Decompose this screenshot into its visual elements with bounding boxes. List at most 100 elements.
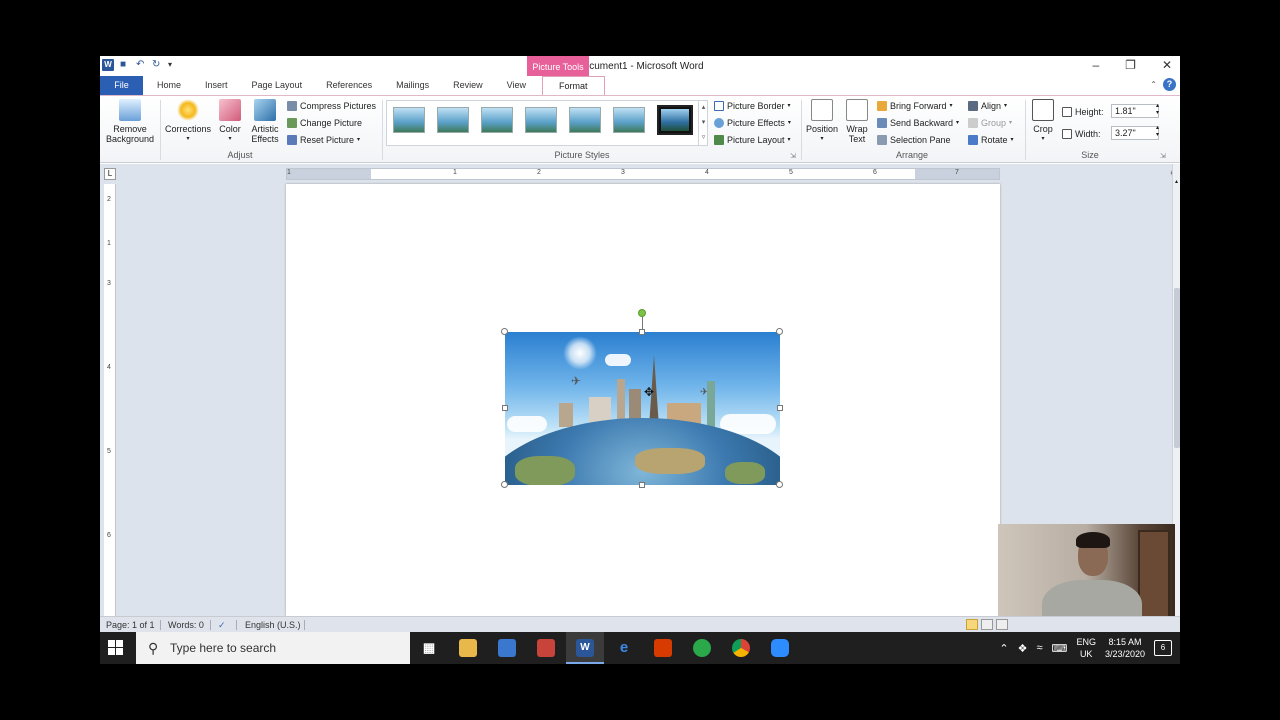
language-switcher[interactable]: ENG UK	[1076, 636, 1096, 660]
corrections-button[interactable]: Corrections ▾	[162, 99, 214, 144]
send-backward-icon	[877, 117, 887, 128]
resize-handle-bottom[interactable]	[639, 482, 645, 488]
scroll-up-icon[interactable]: ▴	[699, 100, 708, 115]
minimize-ribbon-icon[interactable]: ⌃	[1150, 80, 1157, 89]
vertical-ruler[interactable]: 2 1 3 4 5 6	[104, 184, 116, 616]
close-icon[interactable]: ✕	[1162, 58, 1172, 72]
resize-handle-bottom-right[interactable]	[776, 481, 783, 488]
picture-border-button[interactable]: Picture Border ▾	[714, 99, 791, 112]
artistic-effects-button[interactable]: Artistic Effects	[246, 99, 284, 144]
wrap-text-button[interactable]: Wrap Text	[840, 99, 874, 144]
compress-pictures-button[interactable]: Compress Pictures	[287, 99, 376, 112]
microsoft-store-icon[interactable]	[498, 639, 516, 657]
proofing-icon[interactable]: ✓	[218, 620, 226, 631]
picture-style-thumb[interactable]	[481, 107, 513, 133]
calendar-app-icon[interactable]	[537, 639, 555, 657]
restore-icon[interactable]: ❐	[1125, 58, 1136, 72]
resize-handle-bottom-left[interactable]	[501, 481, 508, 488]
reset-picture-button[interactable]: Reset Picture ▾	[287, 133, 360, 146]
ruler-number: 1	[287, 169, 291, 176]
tab-home[interactable]: Home	[145, 76, 193, 95]
change-picture-button[interactable]: Change Picture	[287, 116, 362, 129]
print-layout-view-icon[interactable]	[966, 619, 978, 630]
tab-format[interactable]: Format	[542, 76, 605, 96]
tab-view[interactable]: View	[495, 76, 538, 95]
tab-file[interactable]: File	[100, 76, 143, 95]
group-label-adjust: Adjust	[227, 150, 253, 160]
tab-mailings[interactable]: Mailings	[384, 76, 441, 95]
horizontal-ruler[interactable]: 1 1 2 3 4 5 6 7	[286, 168, 1000, 180]
send-backward-button[interactable]: Send Backward ▾	[877, 116, 959, 129]
remove-background-button[interactable]: Remove Background	[102, 99, 158, 144]
height-spinner-icon[interactable]: ▴ ▾	[1156, 103, 1159, 117]
picture-effects-button[interactable]: Picture Effects ▾	[714, 116, 791, 129]
office-icon[interactable]	[654, 639, 672, 657]
notification-center-icon[interactable]: 6	[1154, 640, 1172, 656]
group-button[interactable]: Group ▾	[968, 116, 1012, 129]
clock[interactable]: 8:15 AM 3/23/2020	[1105, 636, 1145, 660]
dropbox-icon[interactable]: ❖	[1018, 642, 1028, 655]
picture-style-thumb-selected[interactable]	[657, 105, 693, 135]
resize-handle-top-right[interactable]	[776, 328, 783, 335]
language-indicator[interactable]: English (U.S.)	[245, 620, 301, 630]
separator	[1025, 100, 1026, 160]
picture-style-thumb[interactable]	[613, 107, 645, 133]
resize-handle-top-left[interactable]	[501, 328, 508, 335]
tab-review[interactable]: Review	[441, 76, 495, 95]
scroll-down-icon[interactable]: ▾	[699, 115, 708, 130]
chrome-icon[interactable]	[732, 639, 750, 657]
position-button[interactable]: Position ▾	[804, 99, 840, 144]
keyboard-icon[interactable]: ⌨	[1052, 642, 1068, 655]
height-input[interactable]: 1.81"	[1111, 104, 1159, 118]
picture-style-thumb[interactable]	[525, 107, 557, 133]
file-explorer-icon[interactable]	[459, 639, 477, 657]
remove-background-label-1: Remove	[113, 124, 147, 134]
taskbar-search-box[interactable]: ⚲ Type here to search	[136, 632, 410, 664]
more-styles-icon[interactable]: ▿	[699, 130, 708, 145]
chevron-up-icon[interactable]: ⌃	[999, 642, 1008, 655]
minimize-icon[interactable]: –	[1092, 58, 1099, 72]
picture-tools-context-tab: Picture Tools	[527, 56, 589, 76]
page-count[interactable]: Page: 1 of 1	[106, 620, 155, 630]
wifi-icon[interactable]: ≈	[1037, 642, 1043, 654]
crop-button[interactable]: Crop ▾	[1028, 99, 1058, 144]
dialog-launcher-icon[interactable]: ⇲	[790, 152, 796, 160]
full-screen-reading-view-icon[interactable]	[981, 619, 993, 630]
help-icon[interactable]: ?	[1163, 78, 1176, 91]
resize-handle-left[interactable]	[502, 405, 508, 411]
bring-forward-button[interactable]: Bring Forward ▾	[877, 99, 953, 112]
rotation-handle[interactable]	[638, 309, 646, 317]
windows-start-icon[interactable]	[108, 640, 124, 656]
zoom-icon[interactable]	[771, 639, 789, 657]
task-view-icon[interactable]: ▦	[420, 639, 438, 657]
picture-style-thumb[interactable]	[569, 107, 601, 133]
edge-icon[interactable]: e	[615, 639, 633, 657]
width-spinner-icon[interactable]: ▴ ▾	[1156, 125, 1159, 139]
selected-picture[interactable]: ✈ ✈ ✥	[501, 309, 783, 488]
gallery-scroll: ▴ ▾ ▿	[698, 100, 708, 146]
whatsapp-icon[interactable]	[693, 639, 711, 657]
resize-handle-top[interactable]	[639, 329, 645, 335]
word-taskbar-icon[interactable]: W	[576, 639, 594, 657]
scrollbar-thumb[interactable]	[1174, 288, 1180, 448]
ruler-margin-left	[287, 169, 371, 179]
dialog-launcher-icon[interactable]: ⇲	[1160, 152, 1166, 160]
group-icon	[968, 117, 978, 128]
scroll-up-icon[interactable]: ▴	[1173, 178, 1180, 185]
web-layout-view-icon[interactable]	[996, 619, 1008, 630]
word-count[interactable]: Words: 0	[168, 620, 204, 630]
picture-style-thumb[interactable]	[393, 107, 425, 133]
ribbon-tab-row: File Home Insert Page Layout References …	[100, 76, 1180, 96]
tab-page-layout[interactable]: Page Layout	[240, 76, 315, 95]
align-button[interactable]: Align ▾	[968, 99, 1007, 112]
rotate-button[interactable]: Rotate ▾	[968, 133, 1014, 146]
tab-selector[interactable]: L	[104, 168, 116, 180]
picture-layout-button[interactable]: Picture Layout ▾	[714, 133, 791, 146]
selection-pane-button[interactable]: Selection Pane	[877, 133, 951, 146]
width-input[interactable]: 3.27"	[1111, 126, 1159, 140]
tab-references[interactable]: References	[314, 76, 384, 95]
resize-handle-right[interactable]	[777, 405, 783, 411]
color-button[interactable]: Color ▾	[214, 99, 246, 144]
picture-style-thumb[interactable]	[437, 107, 469, 133]
tab-insert[interactable]: Insert	[193, 76, 240, 95]
